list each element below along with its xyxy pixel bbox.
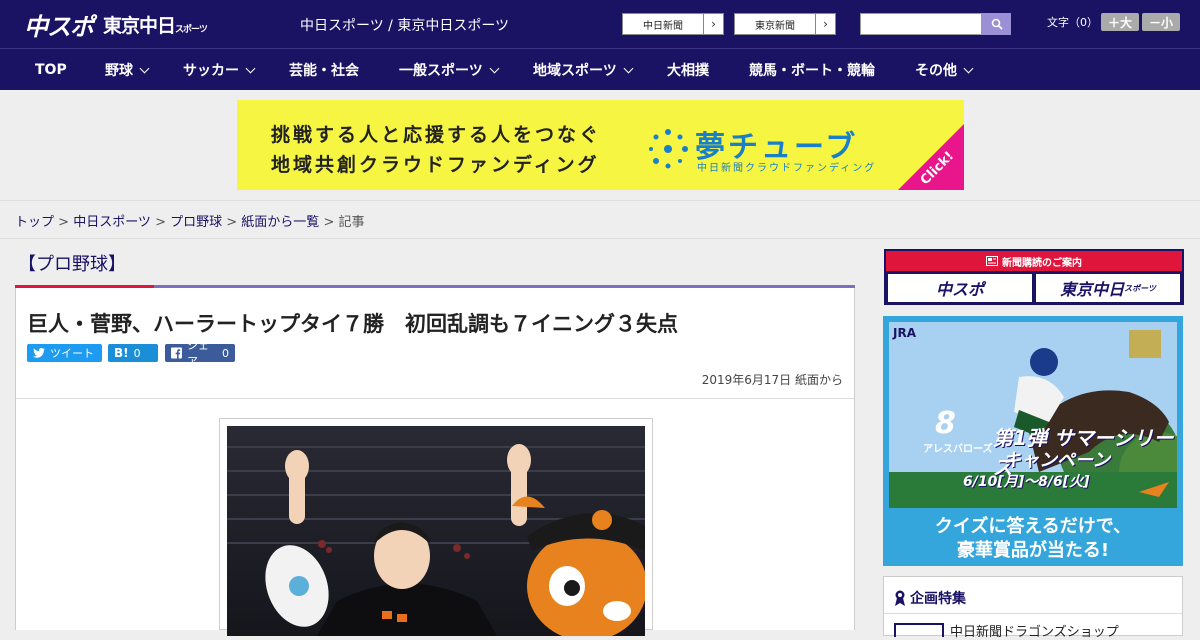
facebook-share-button[interactable]: シェア 0: [165, 339, 235, 368]
card-divider: [16, 398, 854, 399]
subscribe-tokyo-chunichi[interactable]: 東京中日 スポーツ: [1036, 274, 1180, 302]
article-photo[interactable]: [227, 426, 645, 636]
breadcrumb: トップ > 中日スポーツ > プロ野球 > 紙面から一覧 > 記事: [15, 215, 365, 230]
chevron-down-icon: [245, 63, 256, 73]
feature-divider: [884, 613, 1182, 614]
tokyo-shimbun-link[interactable]: 東京新聞 ›: [734, 13, 836, 35]
chevron-right-icon: ›: [703, 14, 723, 34]
article-photo-frame: [219, 418, 653, 636]
nav-general-sports[interactable]: 一般スポーツ: [399, 49, 500, 91]
ribbon-icon: [895, 590, 905, 606]
nav-keiba-boat-keirin[interactable]: 競馬・ボート・競輪: [749, 49, 875, 91]
article-headline: 巨人・菅野、ハーラートップタイ７勝 初回乱調も７イニング３失点: [27, 312, 678, 336]
search-button[interactable]: [982, 13, 1011, 35]
subscribe-chuspo[interactable]: 中スポ: [888, 274, 1032, 302]
banner-area: 挑戦する人と応援する人をつなぐ 地域共創クラウドファンディング 夢チューブ 中日…: [0, 90, 1200, 200]
facebook-icon: [171, 347, 182, 359]
feature-thumbnail[interactable]: [894, 623, 944, 637]
jra-number: 8: [935, 406, 956, 441]
jra-dates: 6/10[月]～8/6[火]: [963, 474, 1090, 490]
site-logo[interactable]: 中スポ 東京中日スポーツ: [24, 8, 208, 41]
tokyo-chunichi-logo: 東京中日スポーツ: [103, 14, 208, 37]
text-size-label: 文字（0）: [1047, 16, 1098, 29]
text-size-down-button[interactable]: －小: [1142, 13, 1180, 31]
main-nav: TOP 野球 サッカー 芸能・社会 一般スポーツ 地域スポーツ 大相撲 競馬・ボ…: [0, 48, 1200, 90]
jra-line-2: 豪華賞品が当たる!: [956, 540, 1110, 561]
chevron-down-icon: [963, 63, 974, 73]
breadcrumb-bar: トップ > 中日スポーツ > プロ野球 > 紙面から一覧 > 記事: [0, 200, 1200, 239]
jra-horse-name: アレスバローズ: [923, 444, 993, 455]
nav-regional-sports[interactable]: 地域スポーツ: [533, 49, 634, 91]
hatena-icon: B!: [114, 346, 129, 360]
banner-line-1: 挑戦する人と応援する人をつなぐ: [271, 124, 602, 146]
nav-soccer[interactable]: サッカー: [183, 49, 256, 91]
breadcrumb-chuspo[interactable]: 中日スポーツ: [73, 215, 151, 230]
jra-logo: JRA: [893, 326, 916, 340]
chunichi-shimbun-link[interactable]: 中日新聞 ›: [622, 13, 724, 35]
tweet-button[interactable]: ツイート: [27, 344, 102, 362]
article-category: 【プロ野球】: [18, 254, 126, 275]
feature-item-dragons-shop[interactable]: 中日新聞ドラゴンズショップ: [950, 621, 1119, 640]
jra-line-1: クイズに答えるだけで、: [934, 516, 1132, 537]
nav-top[interactable]: TOP: [35, 49, 67, 91]
pitcher-photo-illustration: [227, 426, 645, 636]
breadcrumb-current: 記事: [338, 215, 365, 230]
chuspo-logo: 中スポ: [24, 12, 94, 41]
chevron-right-icon: ›: [815, 14, 835, 34]
subscription-box[interactable]: 新聞購読のご案内 中スポ 東京中日 スポーツ: [884, 249, 1184, 305]
site-name: 中日スポーツ / 東京中日スポーツ: [300, 18, 510, 34]
subscription-head: 新聞購読のご案内: [886, 251, 1182, 271]
breadcrumb-paper-list[interactable]: 紙面から一覧: [241, 215, 319, 230]
banner-line-2: 地域共創クラウドファンディング: [271, 154, 600, 176]
facebook-count: 0: [222, 346, 229, 360]
feature-head: 企画特集: [894, 588, 966, 608]
banner-sub: 中日新聞クラウドファンディング: [697, 163, 877, 174]
nav-baseball[interactable]: 野球: [105, 49, 150, 91]
feature-box: 企画特集 中日新聞ドラゴンズショップ: [883, 576, 1183, 640]
dots-logo-icon: [649, 129, 688, 169]
nav-sumo[interactable]: 大相撲: [667, 49, 709, 91]
twitter-icon: [33, 348, 45, 358]
chevron-down-icon: [489, 63, 500, 73]
breadcrumb-baseball[interactable]: プロ野球: [170, 215, 222, 230]
article-date: 2019年6月17日 紙面から: [701, 373, 843, 387]
search-icon: [991, 18, 1003, 30]
top-header: 中スポ 東京中日スポーツ 中日スポーツ / 東京中日スポーツ 中日新聞 › 東京…: [0, 0, 1200, 48]
newspaper-icon: [986, 256, 998, 266]
nav-other[interactable]: その他: [915, 49, 974, 91]
hatena-bookmark-button[interactable]: B! 0: [108, 344, 158, 362]
text-size-up-button[interactable]: ＋大: [1101, 13, 1139, 31]
jra-ad[interactable]: JRA 8 アレスバローズ 第1弾 サマーシリーズ キャンペーン 6/10[月]…: [883, 316, 1183, 566]
search-input[interactable]: [860, 13, 982, 35]
jra-title-2: キャンペーン: [1003, 450, 1111, 471]
breadcrumb-home[interactable]: トップ: [15, 215, 54, 230]
chevron-down-icon: [139, 63, 150, 73]
nav-entertainment[interactable]: 芸能・社会: [289, 49, 359, 91]
crowdfunding-banner[interactable]: 挑戦する人と応援する人をつなぐ 地域共創クラウドファンディング 夢チューブ 中日…: [237, 100, 964, 190]
article-card: 巨人・菅野、ハーラートップタイ７勝 初回乱調も７イニング３失点 ツイート B! …: [15, 288, 855, 636]
hatena-count: 0: [133, 346, 141, 360]
chevron-down-icon: [623, 63, 634, 73]
